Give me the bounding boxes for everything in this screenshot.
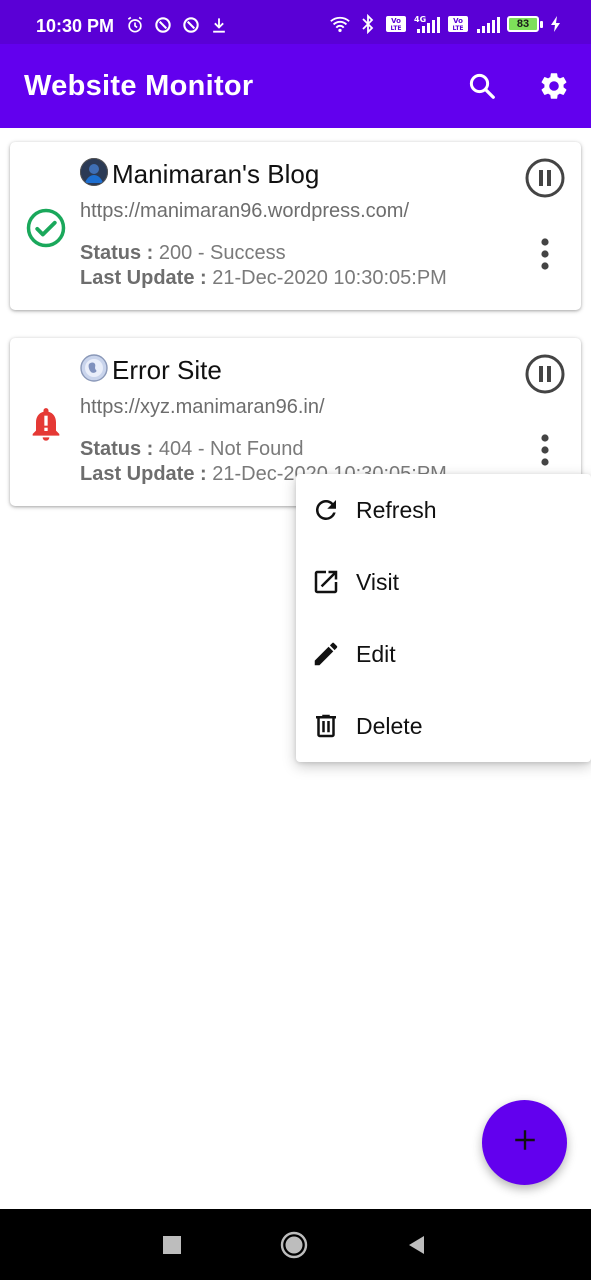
battery-level: 83 [507, 16, 539, 32]
status-value: 200 - Success [158, 242, 286, 264]
svg-text:LTE: LTE [452, 25, 463, 32]
plus-icon [512, 1127, 538, 1158]
data-saver-icon [152, 14, 174, 36]
system-nav-bar [0, 1209, 591, 1280]
site-url: https://xyz.manimaran96.in/ [80, 396, 325, 418]
volte-icon: Vo LTE [385, 13, 407, 35]
menu-item-label: Refresh [356, 496, 437, 523]
app-title: Website Monitor [24, 70, 254, 102]
menu-item-visit[interactable]: Visit [296, 546, 591, 618]
data-saver-icon [180, 14, 202, 36]
pause-icon[interactable] [525, 158, 565, 198]
menu-item-edit[interactable]: Edit [296, 618, 591, 690]
svg-text:4G: 4G [414, 15, 426, 24]
last-update-line: Last Update : 21-Dec-2020 10:30:05:PM [80, 267, 447, 290]
svg-text:Vo: Vo [453, 17, 463, 25]
add-site-button[interactable] [482, 1100, 567, 1185]
check-circle-icon [24, 206, 68, 250]
pause-icon[interactable] [525, 354, 565, 394]
open-in-new-icon [310, 566, 342, 598]
site-title: Error Site [112, 355, 222, 385]
charging-icon [549, 13, 563, 35]
menu-item-refresh[interactable]: Refresh [296, 474, 591, 546]
last-update-value: 21-Dec-2020 10:30:05:PM [212, 267, 447, 289]
recents-icon[interactable] [156, 1229, 188, 1261]
wifi-icon [329, 13, 351, 35]
last-update-label: Last Update : [80, 267, 207, 289]
favicon-avatar [80, 158, 108, 186]
refresh-icon [310, 494, 342, 526]
status-line: Status : 404 - Not Found [80, 438, 303, 461]
status-value: 404 - Not Found [158, 438, 304, 460]
alarm-icon [124, 14, 146, 36]
edit-icon [310, 638, 342, 670]
search-icon[interactable] [464, 68, 500, 104]
site-url: https://manimaran96.wordpress.com/ [80, 200, 410, 222]
status-line: Status : 200 - Success [80, 242, 286, 265]
battery-tip [540, 20, 543, 28]
app-bar: Website Monitor [0, 44, 591, 128]
alert-bell-icon [24, 402, 68, 446]
context-menu: Refresh Visit Edit Delete [296, 474, 591, 762]
svg-text:Vo: Vo [391, 17, 401, 25]
settings-icon[interactable] [536, 68, 572, 104]
download-icon [208, 14, 230, 36]
menu-item-delete[interactable]: Delete [296, 690, 591, 762]
last-update-label: Last Update : [80, 463, 207, 485]
volte-icon: Vo LTE [447, 13, 469, 35]
menu-item-label: Delete [356, 712, 423, 739]
site-card[interactable]: Manimaran's Blog https://manimaran96.wor… [10, 142, 581, 310]
status-label: Status : [80, 242, 154, 264]
more-vert-icon[interactable] [531, 430, 559, 470]
more-vert-icon[interactable] [531, 234, 559, 274]
status-label: Status : [80, 438, 154, 460]
signal-icon [475, 13, 501, 35]
bluetooth-icon [357, 13, 379, 35]
menu-item-label: Visit [356, 568, 400, 595]
status-time: 10:30 PM [36, 16, 115, 36]
back-icon[interactable] [400, 1229, 432, 1261]
signal-4g-icon: 4G [413, 13, 441, 35]
status-bar: 10:30 PM Vo LTE 4G Vo LTE 83 [0, 0, 591, 44]
status-icons-right: Vo LTE 4G Vo LTE 83 [329, 13, 563, 35]
menu-item-label: Edit [356, 640, 396, 667]
svg-text:LTE: LTE [390, 25, 401, 32]
home-icon[interactable] [278, 1229, 310, 1261]
battery-indicator: 83 [507, 16, 543, 32]
status-icons-left [124, 14, 230, 36]
delete-icon [310, 710, 342, 742]
globe-icon [80, 354, 108, 382]
site-title: Manimaran's Blog [112, 159, 320, 189]
